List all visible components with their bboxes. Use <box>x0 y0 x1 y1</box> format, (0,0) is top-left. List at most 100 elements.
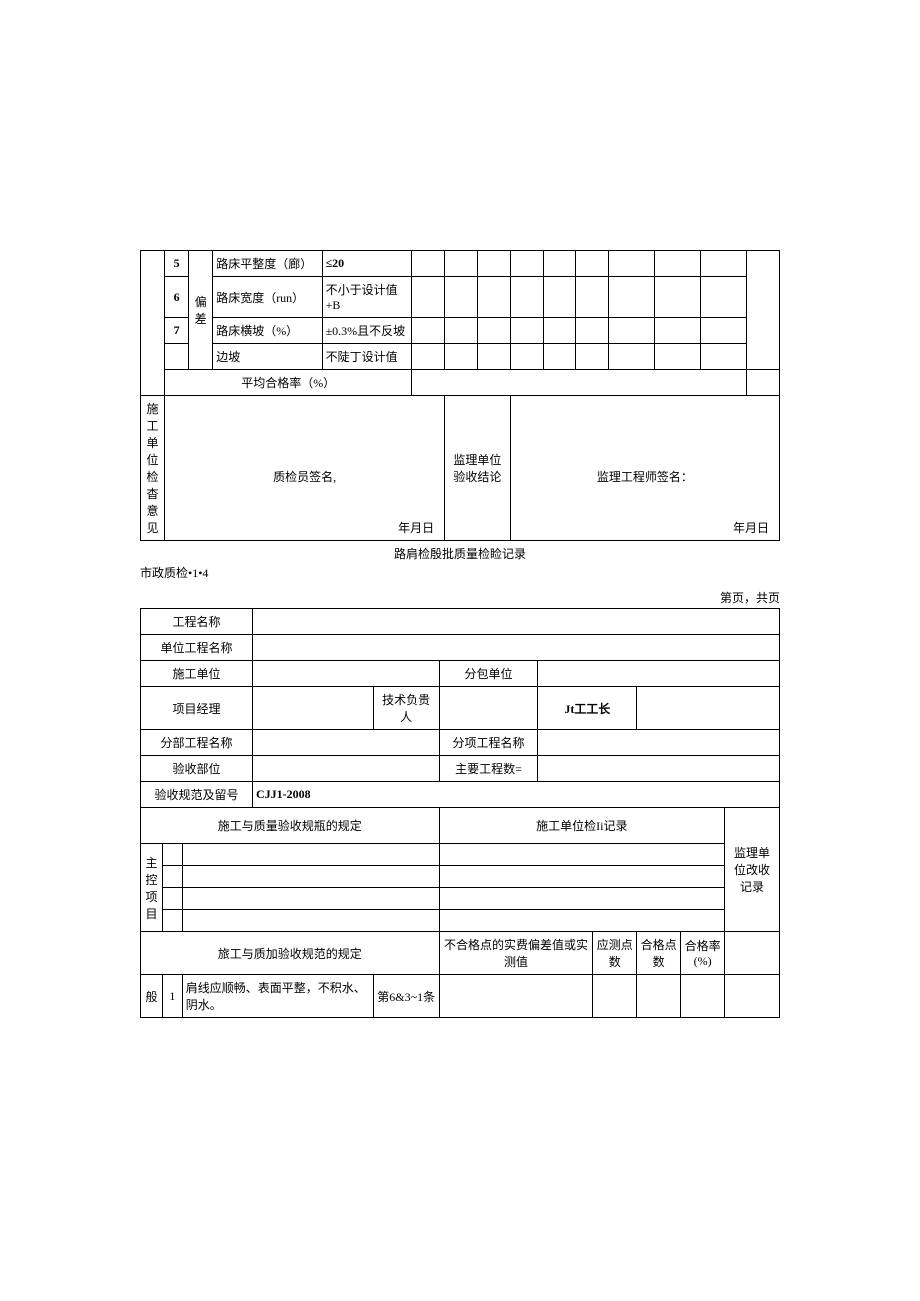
page-indicator: 第页，共页 <box>140 589 780 606</box>
doc-code: 市政质检•1•4 <box>140 564 780 581</box>
mc-num <box>162 910 182 932</box>
construction-unit-label: 施工单位 <box>141 661 253 687</box>
pass-rate-header: 合格率(%) <box>681 932 725 975</box>
supervision-conclusion-label: 监理单位验收结论 <box>445 396 511 541</box>
mc-rec <box>439 844 724 866</box>
subitem-project-value <box>538 730 780 756</box>
cell <box>439 975 593 1018</box>
project-manager-label: 项目经理 <box>141 687 253 730</box>
item-name-7: 路床横坡（%） <box>213 318 322 344</box>
cell <box>576 318 609 344</box>
item-spec-8: 不陡丁设计值 <box>322 344 412 370</box>
cell <box>543 277 576 318</box>
cell <box>412 251 445 277</box>
cell <box>412 318 445 344</box>
gen-row-ref: 第6&3~1条 <box>373 975 439 1018</box>
left-stub <box>141 251 165 396</box>
subcontractor-label: 分包单位 <box>439 661 538 687</box>
unit-inspection-header: 施工单位检Ii记录 <box>439 808 724 844</box>
cell <box>477 277 510 318</box>
subitem-project-label: 分项工程名称 <box>439 730 538 756</box>
cell <box>637 975 681 1018</box>
spec-number-value: CJJ1-2008 <box>252 782 779 808</box>
cell <box>609 318 655 344</box>
right-stub <box>747 251 780 370</box>
inspection-opinion-label: 施工单位检杳意见 <box>141 396 165 541</box>
cell <box>655 277 701 318</box>
unit-project-value <box>252 635 779 661</box>
avg-rate-label: 平均合格率（%） <box>165 370 412 396</box>
main-control-label: 主控项目 <box>141 844 163 932</box>
subcontractor-value <box>538 661 780 687</box>
table-upper: 5 偏差 路床平整度（廊） ≤20 6 路床宽度（run） 不小于设计值+B 7… <box>140 250 780 541</box>
cell <box>725 975 780 1018</box>
acceptance-part-label: 验收部位 <box>141 756 253 782</box>
main-works-label: 主要工程数= <box>439 756 538 782</box>
spec-provisions-header-2: 旅工与质加验收规范的规定 <box>141 932 440 975</box>
mc-desc <box>182 910 439 932</box>
foreman-value <box>637 687 780 730</box>
cell <box>609 277 655 318</box>
qc-sign-block: 质检员签名, 年月日 <box>165 396 445 541</box>
gen-row-num: 1 <box>162 975 182 1018</box>
main-works-value <box>538 756 780 782</box>
qc-sign-label: 质检员签名, <box>273 468 336 485</box>
cell <box>725 932 780 975</box>
cell <box>445 344 478 370</box>
mc-rec <box>439 888 724 910</box>
cell <box>477 318 510 344</box>
cell <box>655 344 701 370</box>
mc-rec <box>439 866 724 888</box>
acceptance-part-value <box>252 756 439 782</box>
cell <box>510 251 543 277</box>
cell <box>701 251 747 277</box>
item-name-5: 路床平整度（廊） <box>213 251 322 277</box>
cell <box>609 251 655 277</box>
mc-desc <box>182 888 439 910</box>
cell <box>477 344 510 370</box>
cell <box>510 318 543 344</box>
tech-lead-label: 技术负贵人 <box>373 687 439 730</box>
project-manager-value <box>252 687 373 730</box>
cell <box>576 344 609 370</box>
cell <box>543 344 576 370</box>
division-project-label: 分部工程名称 <box>141 730 253 756</box>
cell <box>576 277 609 318</box>
supervision-record-header: 监理单位改收记录 <box>725 808 780 932</box>
construction-unit-value <box>252 661 439 687</box>
cell <box>412 344 445 370</box>
avg-rate-value <box>412 370 747 396</box>
supervisor-sign-label: 监理工程师签名： <box>597 468 693 485</box>
tech-lead-value <box>439 687 538 730</box>
points-pass-header: 合格点数 <box>637 932 681 975</box>
mc-desc <box>182 844 439 866</box>
project-name-value <box>252 609 779 635</box>
cell <box>609 344 655 370</box>
row-num-7: 7 <box>165 318 189 344</box>
deviation-header: 不合格点的实费偏差值或实测值 <box>439 932 593 975</box>
cell <box>445 277 478 318</box>
spec-provisions-header: 施工与质量验收规瓶的规定 <box>141 808 440 844</box>
cell <box>655 251 701 277</box>
supervisor-sign-date: 年月日 <box>733 519 769 536</box>
unit-project-label: 单位工程名称 <box>141 635 253 661</box>
cell <box>593 975 637 1018</box>
cell <box>701 344 747 370</box>
cell <box>543 318 576 344</box>
general-label: 般 <box>141 975 163 1018</box>
deviation-label: 偏差 <box>189 251 213 370</box>
project-name-label: 工程名称 <box>141 609 253 635</box>
cell <box>681 975 725 1018</box>
item-spec-6: 不小于设计值+B <box>322 277 412 318</box>
cell <box>543 251 576 277</box>
foreman-label: Jt工工长 <box>538 687 637 730</box>
cell <box>412 277 445 318</box>
cell <box>576 251 609 277</box>
cell <box>445 251 478 277</box>
doc-title: 路肩检殷批质量检睑记录 <box>140 545 780 562</box>
row-num-5: 5 <box>165 251 189 277</box>
mc-rec <box>439 910 724 932</box>
qc-sign-date: 年月日 <box>398 519 434 536</box>
cell <box>445 318 478 344</box>
cell <box>510 344 543 370</box>
